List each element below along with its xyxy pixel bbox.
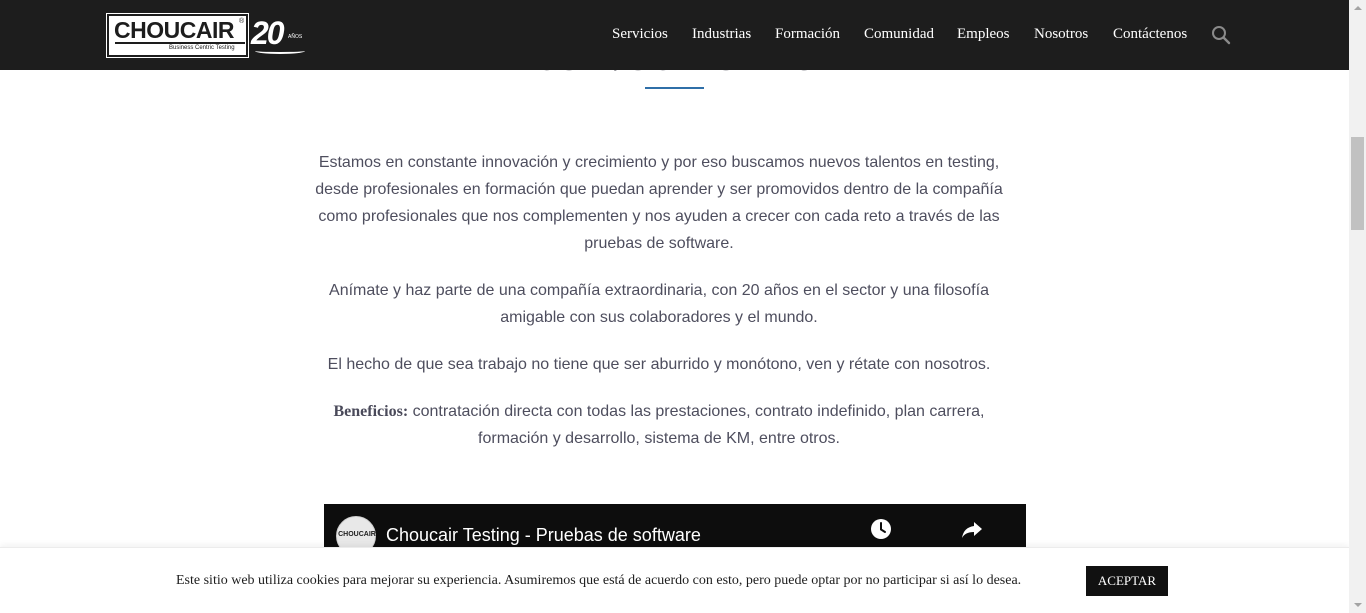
- scroll-up-arrow-icon[interactable]: [1349, 0, 1366, 17]
- share-button[interactable]: [960, 517, 984, 541]
- logo-anniversary-sub: AÑOS: [288, 34, 303, 40]
- video-title[interactable]: Choucair Testing - Pruebas de software: [386, 525, 701, 546]
- cookie-consent-bar: Este sitio web utiliza cookies para mejo…: [0, 547, 1349, 613]
- logo-swoosh: [255, 48, 305, 54]
- benefits-text: contratación directa con todas las prest…: [408, 403, 985, 447]
- logo-divider: [115, 42, 245, 44]
- scroll-down-arrow-icon[interactable]: [1349, 596, 1366, 613]
- logo-brand: CHOUCAIR: [114, 17, 234, 43]
- clock-icon: [871, 519, 891, 539]
- nav-item-contactenos[interactable]: Contáctenos: [1113, 26, 1187, 43]
- logo-box: CHOUCAIR ® Business Centric Testing: [106, 13, 249, 58]
- share-icon: [962, 522, 982, 538]
- nav-item-empleos[interactable]: Empleos: [957, 26, 1010, 43]
- cookie-message: Este sitio web utiliza cookies para mejo…: [176, 573, 1022, 588]
- intro-paragraph: Estamos en constante innovación y crecim…: [315, 154, 1003, 252]
- company-paragraph: Anímate y haz parte de una compañía extr…: [329, 282, 989, 326]
- nav-item-formacion[interactable]: Formación: [775, 26, 840, 43]
- search-button[interactable]: [1211, 25, 1231, 45]
- registered-mark: ®: [239, 18, 245, 25]
- channel-avatar-text: CHOUCAIR: [338, 531, 376, 538]
- page-scrollbar[interactable]: [1349, 0, 1366, 613]
- search-icon: [1212, 26, 1231, 45]
- accept-cookies-button[interactable]: ACEPTAR: [1086, 566, 1168, 596]
- site-header: CHOUCAIR ® Business Centric Testing 20 A…: [0, 0, 1349, 70]
- site-logo[interactable]: CHOUCAIR ® Business Centric Testing 20 A…: [106, 13, 307, 58]
- benefits-paragraph: Beneficios: contratación directa con tod…: [310, 398, 1008, 452]
- heading-underline: [645, 87, 704, 89]
- culture-paragraph: El hecho de que sea trabajo no tiene que…: [327, 356, 991, 373]
- benefits-label: Beneficios:: [333, 403, 409, 420]
- nav-item-comunidad[interactable]: Comunidad: [864, 26, 934, 43]
- logo-tagline: Business Centric Testing: [169, 45, 235, 51]
- nav-item-nosotros[interactable]: Nosotros: [1034, 26, 1088, 43]
- logo-anniversary: 20: [251, 15, 285, 51]
- nav-item-industrias[interactable]: Industrias: [692, 26, 751, 43]
- nav-item-servicios[interactable]: Servicios: [612, 26, 668, 43]
- watch-later-button[interactable]: [869, 517, 893, 541]
- scrollbar-thumb[interactable]: [1351, 137, 1364, 230]
